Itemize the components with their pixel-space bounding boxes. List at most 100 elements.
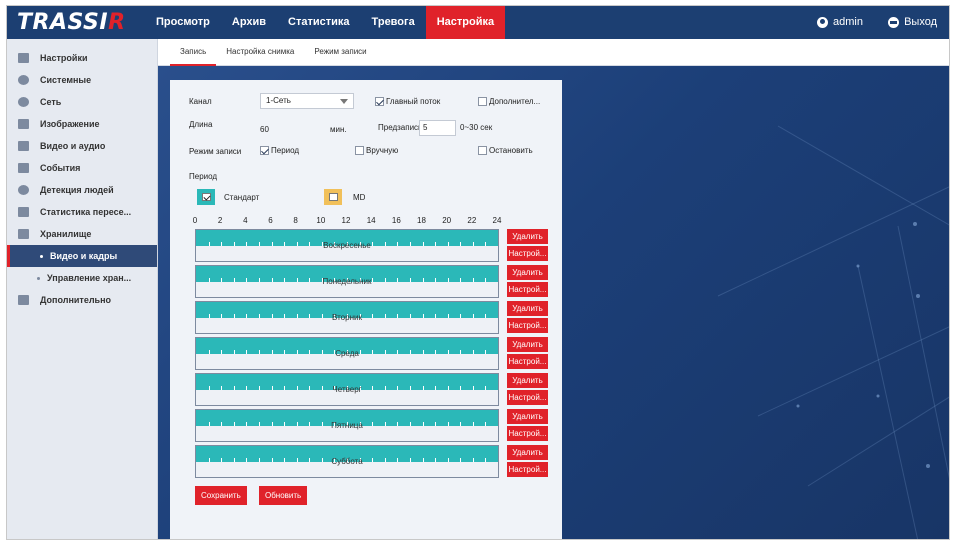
configure-day-button[interactable]: Настрой... xyxy=(507,426,548,441)
image-icon xyxy=(18,119,29,129)
record-settings-panel: Канал 1-Сеть Главный поток Дополнител...… xyxy=(170,80,562,539)
sidebar-item-network[interactable]: Сеть xyxy=(7,91,157,113)
hour-tick-label: 0 xyxy=(192,216,198,225)
delete-day-button[interactable]: Удалить xyxy=(507,409,548,424)
logout-icon xyxy=(888,17,900,28)
legend-standard-swatch[interactable] xyxy=(197,189,215,205)
delete-day-button[interactable]: Удалить xyxy=(507,445,548,460)
length-unit: мин. xyxy=(330,125,347,134)
sidebar-item-events[interactable]: События xyxy=(7,157,157,179)
hour-ticks: 0 2 4 6 8 10 12 14 16 18 20 22 24 xyxy=(192,216,502,226)
tab-snapshot-settings[interactable]: Настройка снимка xyxy=(216,39,304,66)
refresh-button[interactable]: Обновить xyxy=(259,486,308,505)
configure-day-button[interactable]: Настрой... xyxy=(507,318,548,333)
delete-day-button[interactable]: Удалить xyxy=(507,337,548,352)
user-icon xyxy=(817,17,829,28)
configure-day-button[interactable]: Настрой... xyxy=(507,354,548,369)
mode-stop-checkbox[interactable]: Остановить xyxy=(478,146,533,155)
length-value[interactable]: 60 xyxy=(260,125,269,134)
schedule-day-row[interactable]: Четверг xyxy=(195,373,499,406)
save-button[interactable]: Сохранить xyxy=(195,486,247,505)
hour-tick-label: 12 xyxy=(341,216,351,225)
hour-tick-label: 20 xyxy=(442,216,452,225)
day-name: Понедельник xyxy=(322,277,372,286)
main-stream-checkbox[interactable]: Главный поток xyxy=(375,97,440,106)
logout-button[interactable]: Выход xyxy=(888,6,937,39)
period-label: Период xyxy=(189,172,218,181)
chevron-down-icon xyxy=(340,99,348,104)
nav-statistics[interactable]: Статистика xyxy=(277,6,361,39)
storage-icon xyxy=(18,229,29,239)
day-name: Вторник xyxy=(332,313,362,322)
sidebar-item-people-detection[interactable]: Детекция людей xyxy=(7,179,157,201)
sidebar-item-system[interactable]: Системные xyxy=(7,69,157,91)
user-menu[interactable]: admin xyxy=(817,6,863,39)
length-label: Длина xyxy=(189,120,213,129)
configure-day-button[interactable]: Настрой... xyxy=(507,462,548,477)
legend-md-label: MD xyxy=(353,193,366,202)
monitor-icon xyxy=(18,53,29,63)
sidebar-item-storage-management[interactable]: Управление хран... xyxy=(7,267,157,289)
checkbox-icon xyxy=(478,146,487,155)
extra-stream-checkbox[interactable]: Дополнител... xyxy=(478,97,540,106)
schedule-day-row[interactable]: Пятница xyxy=(195,409,499,442)
hour-tick-label: 2 xyxy=(217,216,223,225)
delete-day-button[interactable]: Удалить xyxy=(507,373,548,388)
delete-day-button[interactable]: Удалить xyxy=(507,301,548,316)
delete-day-button[interactable]: Удалить xyxy=(507,265,548,280)
hour-tick-label: 24 xyxy=(492,216,502,225)
nav-archive[interactable]: Архив xyxy=(221,6,277,39)
day-name: Четверг xyxy=(332,385,362,394)
checkbox-icon xyxy=(201,193,211,201)
hour-tick-label: 4 xyxy=(243,216,248,225)
checkbox-icon xyxy=(375,97,384,106)
sidebar-item-advanced[interactable]: Дополнительно xyxy=(7,289,157,311)
trassir-logo: TRASSIR xyxy=(17,10,126,35)
prerecord-input[interactable]: 5 xyxy=(419,120,456,136)
hour-tick-label: 6 xyxy=(268,216,273,225)
video-icon xyxy=(18,141,29,151)
tools-icon xyxy=(18,295,29,305)
tab-record[interactable]: Запись xyxy=(170,39,217,66)
nav-settings[interactable]: Настройка xyxy=(425,6,506,39)
nav-alarm[interactable]: Тревога xyxy=(361,6,426,39)
schedule-day-row[interactable]: Воскресенье xyxy=(195,229,499,262)
mode-manual-checkbox[interactable]: Вручную xyxy=(355,146,398,155)
schedule-day-row[interactable]: Понедельник xyxy=(195,265,499,298)
sidebar-item-image[interactable]: Изображение xyxy=(7,113,157,135)
configure-day-button[interactable]: Настрой... xyxy=(507,390,548,405)
record-mode-label: Режим записи xyxy=(189,147,242,156)
checkbox-icon xyxy=(328,193,338,201)
hour-tick-label: 16 xyxy=(391,216,401,225)
hour-tick-label: 22 xyxy=(467,216,477,225)
nav-view[interactable]: Просмотр xyxy=(145,6,221,39)
top-navigation-bar: TRASSIR Просмотр Архив Статистика Тревог… xyxy=(7,6,949,39)
bell-icon xyxy=(18,163,29,173)
configure-day-button[interactable]: Настрой... xyxy=(507,282,548,297)
configure-day-button[interactable]: Настрой... xyxy=(507,246,548,261)
schedule-day-row[interactable]: Вторник xyxy=(195,301,499,334)
day-name: Суббота xyxy=(331,457,363,466)
schedule-day-row[interactable]: Среда xyxy=(195,337,499,370)
checkbox-icon xyxy=(478,97,487,106)
main-nav: Просмотр Архив Статистика Тревога Настро… xyxy=(145,6,506,39)
hour-tick-label: 18 xyxy=(417,216,426,225)
sidebar-item-video-audio[interactable]: Видео и аудио xyxy=(7,135,157,157)
sidebar-item-storage[interactable]: Хранилище xyxy=(7,223,157,245)
tab-record-mode[interactable]: Режим записи xyxy=(304,39,376,66)
sidebar-item-video-frames[interactable]: Видео и кадры xyxy=(7,245,157,267)
day-name: Среда xyxy=(335,349,359,358)
sidebar-item-settings[interactable]: Настройки xyxy=(7,47,157,69)
delete-day-button[interactable]: Удалить xyxy=(507,229,548,244)
schedule-day-row[interactable]: Суббота xyxy=(195,445,499,478)
hour-tick-label: 8 xyxy=(293,216,298,225)
sidebar: Настройки Системные Сеть Изображение Вид… xyxy=(7,39,158,539)
legend-md-swatch[interactable] xyxy=(324,189,342,205)
checkbox-icon xyxy=(260,146,269,155)
hour-tick-label: 10 xyxy=(316,216,326,225)
sidebar-item-crossing-stats[interactable]: Статистика пересе... xyxy=(7,201,157,223)
legend-standard-label: Стандарт xyxy=(224,193,260,202)
channel-select[interactable]: 1-Сеть xyxy=(260,93,354,109)
mode-period-checkbox[interactable]: Период xyxy=(260,146,299,155)
day-name: Пятница xyxy=(331,421,363,430)
